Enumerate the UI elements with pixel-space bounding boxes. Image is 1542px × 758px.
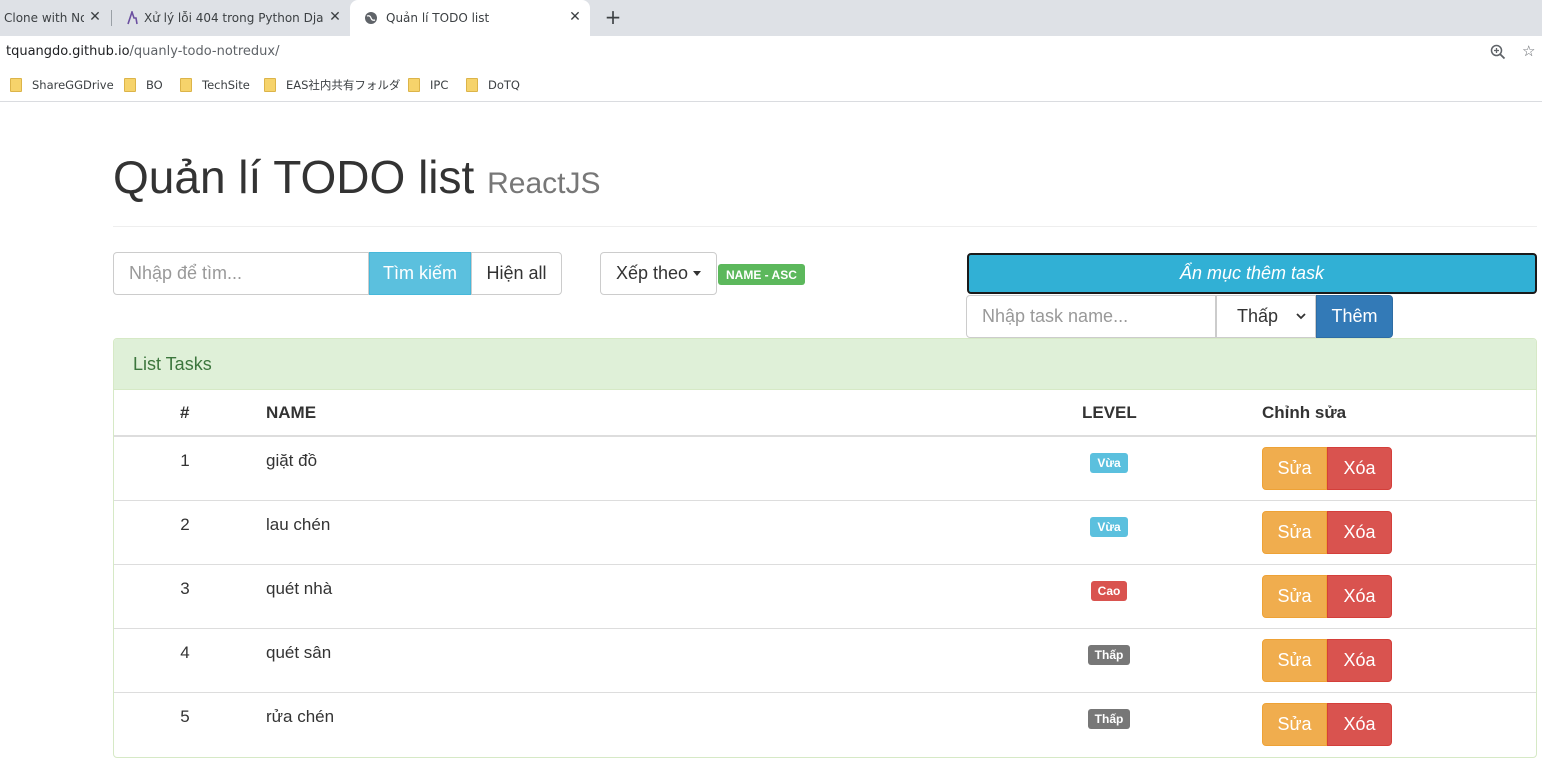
column-header-num: # — [180, 403, 190, 422]
bookmark-label: DoTQ — [488, 78, 520, 92]
edit-button[interactable]: Sửa — [1262, 575, 1327, 618]
column-header-actions: Chỉnh sửa — [1262, 403, 1347, 422]
search-button[interactable]: Tìm kiếm — [369, 252, 471, 295]
delete-button[interactable]: Xóa — [1327, 703, 1392, 746]
url-path: /quanly-todo-notredux/ — [129, 44, 280, 59]
sort-status-badge: NAME - ASC — [718, 264, 805, 285]
new-tab-plus-icon[interactable]: + — [603, 7, 623, 27]
row-number: 4 — [180, 643, 190, 662]
table-header: # NAME LEVEL Chỉnh sửa — [114, 390, 1536, 437]
task-placeholder: Nhập task name... — [982, 306, 1129, 326]
bookmark-label: TechSite — [202, 78, 250, 92]
folder-icon — [264, 78, 276, 92]
folder-icon — [10, 78, 22, 92]
row-number: 5 — [180, 707, 190, 726]
close-icon[interactable]: ✕ — [328, 10, 342, 24]
folder-icon — [124, 78, 136, 92]
browser-tab-active[interactable]: Quản lí TODO list ✕ — [350, 0, 590, 36]
bookmark-item[interactable]: DoTQ — [466, 77, 520, 93]
sort-dropdown-button[interactable]: Xếp theo — [600, 252, 717, 295]
toggle-add-task-button[interactable]: Ẩn mục thêm task — [967, 253, 1537, 294]
bookmark-item[interactable]: IPC — [408, 77, 448, 93]
level-badge: Thấp — [1087, 645, 1131, 665]
row-number: 3 — [180, 579, 190, 598]
delete-button[interactable]: Xóa — [1327, 447, 1392, 490]
level-badge: Vừa — [1090, 453, 1128, 473]
column-header-name: NAME — [266, 403, 317, 422]
show-all-button[interactable]: Hiện all — [471, 252, 562, 295]
level-select[interactable]: Thấp — [1216, 295, 1316, 338]
globe-icon — [365, 12, 377, 24]
table-row: 1 giặt đồ Vừa Sửa Xóa — [114, 437, 1536, 501]
url-field[interactable]: tquangdo.github.io/quanly-todo-notredux/ — [6, 44, 280, 59]
edit-button[interactable]: Sửa — [1262, 639, 1327, 682]
bookmark-item[interactable]: EAS社内共有フォルダ — [264, 77, 400, 93]
column-header-level: LEVEL — [1082, 403, 1137, 422]
tab-title: Xử lý lỗi 404 trong Python Djang — [144, 11, 324, 25]
level-cell: Cao — [1034, 581, 1184, 601]
row-number: 1 — [180, 451, 190, 470]
page-title-text: Quản lí TODO list — [113, 151, 475, 203]
table-row: 3 quét nhà Cao Sửa Xóa — [114, 565, 1536, 629]
table-row: 4 quét sân Thấp Sửa Xóa — [114, 629, 1536, 693]
close-icon[interactable]: ✕ — [88, 10, 102, 24]
delete-button[interactable]: Xóa — [1327, 511, 1392, 554]
level-cell: Vừa — [1034, 517, 1184, 537]
address-bar: tquangdo.github.io/quanly-todo-notredux/… — [0, 36, 1542, 68]
level-badge: Cao — [1090, 581, 1128, 601]
folder-icon — [180, 78, 192, 92]
browser-tab[interactable]: Xử lý lỗi 404 trong Python Djang ✕ — [112, 0, 350, 36]
level-cell: Vừa — [1034, 453, 1184, 473]
chevron-down-icon — [1296, 313, 1306, 320]
browser-tab[interactable]: Clone with Nod ✕ — [0, 0, 110, 36]
search-placeholder: Nhập để tìm... — [129, 263, 243, 283]
task-name: lau chén — [266, 515, 331, 534]
caret-down-icon — [693, 271, 702, 276]
task-name: quét sân — [266, 643, 332, 662]
header-divider — [113, 226, 1537, 227]
panel-heading: List Tasks — [114, 339, 1536, 390]
level-badge: Vừa — [1090, 517, 1128, 537]
add-task-button[interactable]: Thêm — [1316, 295, 1393, 338]
browser-tab-strip: Clone with Nod ✕ Xử lý lỗi 404 trong Pyt… — [0, 0, 1542, 36]
task-name: giặt đồ — [266, 451, 318, 470]
edit-button[interactable]: Sửa — [1262, 511, 1327, 554]
level-cell: Thấp — [1034, 645, 1184, 665]
delete-button[interactable]: Xóa — [1327, 639, 1392, 682]
task-name-input[interactable]: Nhập task name... — [966, 295, 1216, 338]
bookmark-item[interactable]: BO — [124, 77, 163, 93]
page-subtitle: ReactJS — [487, 167, 601, 200]
tab-title: Quản lí TODO list — [386, 11, 490, 25]
edit-button[interactable]: Sửa — [1262, 447, 1327, 490]
url-host: tquangdo.github.io — [6, 44, 130, 59]
bookmarks-bar: ShareGGDrive BO TechSite EAS社内共有フォルダ IPC… — [0, 68, 1542, 102]
edit-button[interactable]: Sửa — [1262, 703, 1327, 746]
close-icon[interactable]: ✕ — [568, 10, 582, 24]
level-select-value: Thấp — [1237, 306, 1279, 326]
bookmark-label: BO — [146, 78, 163, 92]
task-name: quét nhà — [266, 579, 333, 598]
zoom-icon[interactable] — [1490, 44, 1506, 60]
page-title: Quản lí TODO list ReactJS — [113, 150, 600, 204]
bookmark-label: ShareGGDrive — [32, 78, 114, 92]
delete-button[interactable]: Xóa — [1327, 575, 1392, 618]
bookmark-item[interactable]: ShareGGDrive — [10, 77, 114, 93]
table-row: 5 rửa chén Thấp Sửa Xóa — [114, 693, 1536, 757]
bookmark-star-icon[interactable]: ☆ — [1522, 42, 1535, 60]
site-favicon-icon — [127, 11, 138, 25]
row-number: 2 — [180, 515, 190, 534]
tab-title: Clone with Nod — [4, 11, 84, 25]
task-list-panel: List Tasks # NAME LEVEL Chỉnh sửa 1 giặt… — [113, 338, 1537, 758]
task-name: rửa chén — [266, 707, 335, 726]
folder-icon — [408, 78, 420, 92]
folder-icon — [466, 78, 478, 92]
level-cell: Thấp — [1034, 709, 1184, 729]
search-input[interactable]: Nhập để tìm... — [113, 252, 369, 295]
sort-button-label: Xếp theo — [615, 263, 689, 283]
level-badge: Thấp — [1087, 709, 1131, 729]
bookmark-label: IPC — [430, 78, 449, 92]
table-row: 2 lau chén Vừa Sửa Xóa — [114, 501, 1536, 565]
bookmark-item[interactable]: TechSite — [180, 77, 250, 93]
bookmark-label: EAS社内共有フォルダ — [286, 78, 401, 92]
